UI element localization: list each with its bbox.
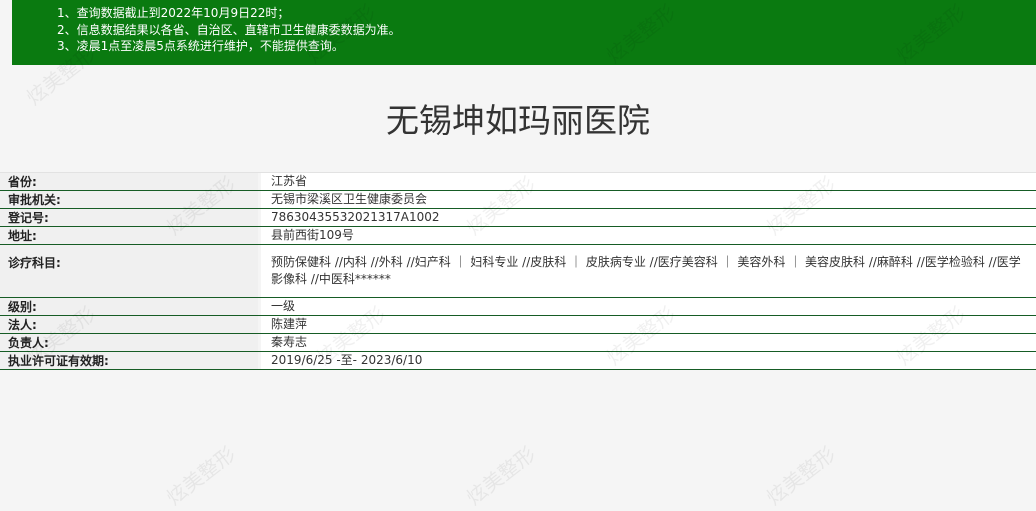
watermark: 炫美整形	[762, 441, 840, 510]
notice-line: 3、凌晨1点至凌晨5点系统进行维护，不能提供查询。	[57, 39, 344, 53]
row-value: 2019/6/25 -至- 2023/6/10	[261, 351, 1036, 370]
row-label: 执业许可证有效期:	[0, 351, 258, 370]
info-row-address: 地址: 县前西街109号	[0, 226, 1036, 245]
notice-line: 2、信息数据结果以各省、自治区、直辖市卫生健康委数据为准。	[57, 22, 401, 37]
row-label: 登记号:	[0, 208, 258, 227]
row-value: 县前西街109号	[261, 226, 1036, 245]
row-value: 陈建萍	[261, 315, 1036, 334]
row-label: 负责人:	[0, 333, 258, 352]
row-value: 预防保健科 //内科 //外科 //妇产科 ｜ 妇科专业 //皮肤科 ｜ 皮肤病…	[261, 244, 1036, 298]
row-label: 级别:	[0, 297, 258, 316]
info-row-license-validity: 执业许可证有效期: 2019/6/25 -至- 2023/6/10	[0, 351, 1036, 370]
row-value: 78630435532021317A1002	[261, 208, 1036, 227]
info-row-level: 级别: 一级	[0, 297, 1036, 316]
notice-line: 1、查询数据截止到2022年10月9日22时；	[57, 6, 290, 20]
row-label: 法人:	[0, 315, 258, 334]
info-row-departments: 诊疗科目: 预防保健科 //内科 //外科 //妇产科 ｜ 妇科专业 //皮肤科…	[0, 244, 1036, 298]
info-row-province: 省份: 江苏省	[0, 172, 1036, 191]
notice-banner: 1、查询数据截止到2022年10月9日22时； 2、信息数据结果以各省、自治区、…	[12, 0, 1036, 65]
watermark: 炫美整形	[162, 441, 240, 510]
hospital-name: 无锡坤如玛丽医院	[386, 101, 650, 140]
row-label: 省份:	[0, 172, 258, 191]
row-value: 江苏省	[261, 172, 1036, 191]
info-row-principal: 负责人: 秦寿志	[0, 333, 1036, 352]
info-row-registration: 登记号: 78630435532021317A1002	[0, 208, 1036, 227]
info-row-authority: 审批机关: 无锡市梁溪区卫生健康委员会	[0, 190, 1036, 209]
watermark: 炫美整形	[462, 441, 540, 510]
hospital-info-table: 省份: 江苏省 审批机关: 无锡市梁溪区卫生健康委员会 登记号: 7863043…	[0, 172, 1036, 370]
info-row-legal-person: 法人: 陈建萍	[0, 315, 1036, 334]
row-label: 地址:	[0, 226, 258, 245]
row-value: 秦寿志	[261, 333, 1036, 352]
row-value: 一级	[261, 297, 1036, 316]
row-label: 诊疗科目:	[0, 244, 258, 298]
row-label: 审批机关:	[0, 190, 258, 209]
row-value: 无锡市梁溪区卫生健康委员会	[261, 190, 1036, 209]
